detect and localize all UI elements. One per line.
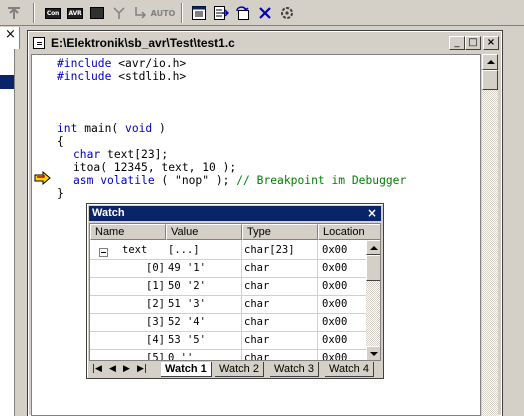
code-line: { [57, 135, 64, 148]
watch-cell-location: 0x00 [322, 316, 348, 328]
watch-window-icon[interactable] [190, 4, 208, 22]
chip-icon[interactable] [88, 4, 106, 22]
chip-con-icon[interactable]: Con [44, 4, 62, 22]
watch-vertical-scrollbar[interactable] [366, 240, 380, 360]
panel-scrollbar[interactable] [14, 49, 20, 416]
watch-cell-value[interactable]: 51 '3' [168, 296, 240, 313]
reset-icon[interactable] [278, 4, 296, 22]
watch-title: Watch [92, 207, 125, 219]
watch-cell-type: char [244, 280, 270, 292]
watch-cell-type: char [244, 262, 270, 274]
watch-close-icon[interactable]: × [367, 206, 377, 221]
code-line: itoa( 12345, text, 10 ); [73, 161, 237, 174]
next-tab-icon[interactable]: ▶ [123, 364, 130, 374]
editor-gutter[interactable] [32, 55, 54, 415]
watch-cell-type: char [244, 298, 270, 310]
arrow-down-icon [370, 352, 378, 356]
column-header-location[interactable]: Location [318, 224, 380, 240]
scroll-up-button[interactable] [366, 240, 380, 255]
toolbar-separator [181, 3, 183, 23]
last-tab-icon[interactable]: ▶| [137, 364, 147, 374]
code-line: int main( void ) [57, 122, 166, 135]
watch-cell-value[interactable]: 50 '2' [168, 278, 240, 295]
step-into-icon[interactable] [212, 4, 230, 22]
editor-vertical-scrollbar[interactable] [481, 54, 498, 416]
watch-cell-name: [4] [146, 334, 165, 346]
watch-cell-location: 0x00 [322, 244, 348, 256]
prev-tab-icon[interactable]: ◀ [109, 364, 116, 374]
collapse-toggle-icon[interactable] [99, 248, 108, 257]
tab-watch-1[interactable]: Watch 1 [161, 362, 212, 377]
watch-title-bar[interactable]: Watch × [89, 206, 381, 221]
code-line: #include <stdlib.h> [57, 70, 187, 83]
watch-cell-type: char [244, 334, 270, 346]
scroll-down-button[interactable] [366, 346, 380, 360]
watch-window: Watch × Name Value Type Location text [.… [86, 203, 384, 379]
watch-cell-name: [0] [146, 262, 165, 274]
watch-cell-type: char [244, 316, 270, 328]
watch-cell-name: [5] [146, 352, 165, 361]
watch-cell-value[interactable]: 53 '5' [168, 332, 240, 349]
watch-cell-value[interactable]: 52 '4' [168, 314, 240, 331]
branch-icon[interactable] [110, 4, 128, 22]
breakpoint-arrow-icon [34, 170, 52, 186]
code-line-current: asm volatile ( "nop" ); // Breakpoint im… [73, 174, 407, 187]
stop-icon[interactable] [256, 4, 274, 22]
panel-selected-item[interactable] [0, 75, 14, 89]
app-root: Con AVR AUTO × E:\Elektronik\sb_avr\Test… [0, 0, 524, 416]
watch-cell-location: 0x00 [322, 262, 348, 274]
watch-tab-bar: |◀ ◀ ▶ ▶| Watch 1 Watch 2 Watch 3 Watch … [89, 362, 381, 378]
left-docked-panel: × [0, 27, 20, 416]
watch-cell-name: [3] [146, 316, 165, 328]
watch-cell-value[interactable]: 49 '1' [168, 260, 240, 277]
code-line: } [57, 187, 64, 200]
watch-cell-name: text [122, 244, 148, 256]
tab-watch-3[interactable]: Watch 3 [270, 362, 319, 377]
arrow-up-icon [370, 246, 378, 250]
scroll-thumb[interactable] [366, 255, 380, 281]
watch-cell-location: 0x00 [322, 352, 348, 361]
code-line: char text[23]; [73, 148, 169, 161]
watch-cell-name: [1] [146, 280, 165, 292]
tab-watch-2[interactable]: Watch 2 [215, 362, 264, 377]
watch-cell-location: 0x00 [322, 298, 348, 310]
watch-cell-type: char[23] [244, 244, 295, 256]
scroll-up-button[interactable] [482, 54, 498, 70]
toolbar-arrow-icon[interactable] [4, 4, 24, 22]
code-line: #include <avr/io.h> [57, 57, 187, 70]
panel-close-icon[interactable]: × [5, 27, 16, 42]
document-icon [33, 37, 45, 49]
watch-cell-location: 0x00 [322, 334, 348, 346]
auto-icon[interactable]: AUTO [151, 4, 176, 22]
scroll-thumb[interactable] [482, 70, 498, 90]
watch-table[interactable]: Name Value Type Location text [...] char… [89, 223, 381, 361]
close-button[interactable]: × [483, 36, 499, 50]
watch-cell-type: char [244, 352, 270, 361]
step-over-icon[interactable] [234, 4, 252, 22]
debug-toolbar: Con AVR AUTO [0, 0, 524, 26]
window-title-bar[interactable]: E:\Elektronik\sb_avr\Test\test1.c _ □ × [31, 34, 499, 52]
column-header-type[interactable]: Type [242, 224, 318, 240]
first-tab-icon[interactable]: |◀ [92, 364, 102, 374]
watch-cell-value[interactable]: [...] [168, 242, 240, 259]
chip-avr-icon[interactable]: AVR [66, 4, 84, 22]
maximize-button[interactable]: □ [465, 36, 481, 50]
watch-cell-value[interactable]: 0 '' [168, 350, 240, 360]
arrow-up-icon [487, 60, 495, 64]
column-header-value[interactable]: Value [166, 224, 242, 240]
branch-icon-2[interactable] [132, 4, 150, 22]
minimize-button[interactable]: _ [449, 36, 465, 50]
watch-cell-location: 0x00 [322, 280, 348, 292]
column-header-name[interactable]: Name [90, 224, 166, 240]
window-title: E:\Elektronik\sb_avr\Test\test1.c [51, 36, 235, 50]
tab-watch-4[interactable]: Watch 4 [325, 362, 374, 377]
toolbar-separator [33, 3, 35, 23]
watch-cell-name: [2] [146, 298, 165, 310]
